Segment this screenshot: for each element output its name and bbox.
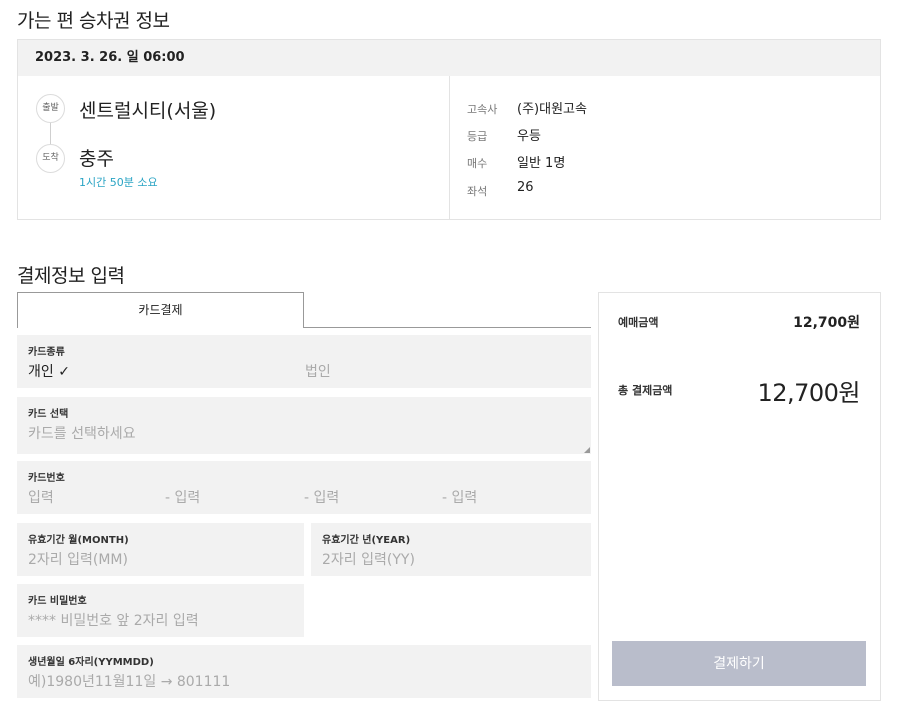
birthdate-field: 생년월일 6자리(YYMMDD) 예)1980년11월11일 → 801111 (17, 645, 591, 698)
expiry-month-field: 유효기간 월(MONTH) 2자리 입력(MM) (17, 523, 304, 576)
card-number-input-3[interactable]: - 입력 (304, 487, 339, 507)
card-number-label: 카드번호 (28, 473, 65, 484)
ticket-info-box: 2023. 3. 26. 일 06:00 출발 도착 센트럴시티(서울) 충주 … (17, 39, 881, 220)
card-password-input[interactable]: **** 비밀번호 앞 2자리 입력 (28, 610, 199, 630)
arrival-place: 충주 (79, 148, 114, 170)
card-password-field: 카드 비밀번호 **** 비밀번호 앞 2자리 입력 (17, 584, 304, 637)
arrival-badge: 도착 (36, 144, 65, 173)
card-password-label: 카드 비밀번호 (28, 596, 87, 607)
payment-summary-panel: 예매금액 12,700원 총 결제금액 12,700원 결제하기 (598, 292, 881, 701)
ticket-body: 출발 도착 센트럴시티(서울) 충주 1시간 50분 소요 고속사 (주)대원고… (18, 76, 880, 219)
ticket-section-title: 가는 편 승차권 정보 (17, 10, 170, 32)
route-panel: 출발 도착 센트럴시티(서울) 충주 1시간 50분 소요 (18, 76, 450, 219)
info-key: 매수 (467, 157, 488, 170)
card-type-field: 카드종류 개인 ✓ 법인 (17, 335, 591, 388)
card-number-input-4[interactable]: - 입력 (442, 487, 477, 507)
tab-divider-line (304, 327, 591, 328)
payment-section-title: 결제정보 입력 (17, 265, 125, 287)
expiry-year-input[interactable]: 2자리 입력(YY) (322, 549, 415, 569)
info-key: 좌석 (467, 185, 488, 198)
info-value: 우등 (517, 129, 541, 144)
card-number-input-2[interactable]: - 입력 (165, 487, 200, 507)
card-type-label: 카드종류 (28, 347, 65, 358)
info-key: 등급 (467, 130, 488, 143)
ticket-datetime: 2023. 3. 26. 일 06:00 (18, 40, 880, 76)
expiry-year-label: 유효기간 년(YEAR) (322, 535, 411, 546)
info-value: 26 (517, 180, 534, 195)
birthdate-label: 생년월일 6자리(YYMMDD) (28, 657, 154, 668)
sale-amount-label: 예매금액 (618, 316, 659, 329)
ticket-details-panel: 고속사 (주)대원고속 등급 우등 매수 일반 1명 좌석 26 (450, 76, 880, 219)
departure-place: 센트럴시티(서울) (79, 100, 217, 122)
departure-badge: 출발 (36, 94, 65, 123)
card-number-field: 카드번호 입력 - 입력 - 입력 - 입력 (17, 461, 591, 514)
total-amount-value: 12,700원 (757, 379, 860, 407)
pay-button[interactable]: 결제하기 (612, 641, 866, 686)
resize-handle-icon[interactable] (584, 447, 590, 453)
card-type-personal-option[interactable]: 개인 ✓ (28, 361, 70, 381)
card-select-label: 카드 선택 (28, 409, 69, 420)
birthdate-input[interactable]: 예)1980년11월11일 → 801111 (28, 671, 230, 691)
sale-amount-value: 12,700원 (793, 315, 860, 331)
info-value: 일반 1명 (517, 156, 566, 171)
card-number-input-1[interactable]: 입력 (28, 487, 54, 507)
info-value: (주)대원고속 (517, 102, 587, 117)
expiry-month-input[interactable]: 2자리 입력(MM) (28, 549, 128, 569)
expiry-month-label: 유효기간 월(MONTH) (28, 535, 129, 546)
card-type-corporate-option[interactable]: 법인 (305, 361, 331, 381)
expiry-year-field: 유효기간 년(YEAR) 2자리 입력(YY) (311, 523, 591, 576)
route-connector-line (50, 123, 51, 144)
card-select-field[interactable]: 카드 선택 카드를 선택하세요 (17, 397, 591, 454)
travel-duration: 1시간 50분 소요 (79, 176, 158, 189)
info-key: 고속사 (467, 103, 498, 116)
total-amount-label: 총 결제금액 (618, 384, 673, 397)
tab-card-payment[interactable]: 카드결제 (17, 292, 304, 328)
card-select-placeholder[interactable]: 카드를 선택하세요 (28, 423, 136, 443)
